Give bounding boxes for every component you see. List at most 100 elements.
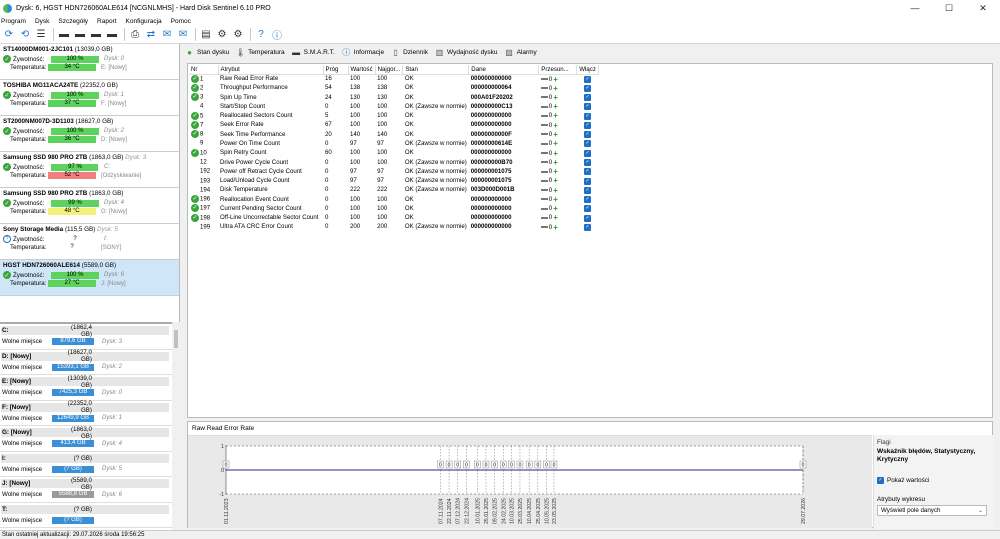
volume-item[interactable]: D: [Nowy] (18627,0 GB) Wolne miejsce 15393,…	[0, 349, 179, 375]
volume-item[interactable]: C: (1862,4 GB) Wolne miejsce 879,6 GB Dysk: …	[0, 324, 179, 350]
info-icon[interactable]: ⓘ	[270, 28, 284, 42]
enable-checkbox[interactable]: ✓	[584, 149, 592, 157]
menu-program[interactable]: Program	[1, 18, 26, 25]
disk-item[interactable]: HGST HDN726060ALE614 (5589,0 GB) ✓ Żywotn…	[0, 260, 179, 296]
email-send-icon[interactable]: ✉	[176, 28, 190, 42]
disk-item[interactable]: ST14000DM001-2JC101 (13039,0 GB) ✓ Żywotn…	[0, 44, 179, 80]
enable-checkbox[interactable]: ✓	[584, 223, 592, 231]
table-row[interactable]: ✓ 7 Seek Error Rate 67 100 100 OK 000000000000 0…	[189, 120, 598, 129]
tools-icon[interactable]: ⚙	[231, 28, 245, 42]
minus-icon[interactable]	[540, 142, 548, 145]
enable-checkbox[interactable]: ✓	[584, 94, 592, 102]
minus-icon[interactable]	[540, 179, 548, 182]
refresh-icon[interactable]: ⟳	[2, 28, 16, 42]
enable-checkbox[interactable]: ✓	[584, 168, 592, 176]
tab-temperatura[interactable]: 🌡 Temperatura	[236, 48, 285, 57]
table-row[interactable]: 194 Disk Temperature 0 222 222 OK (Zawsze w n…	[189, 185, 598, 194]
col-nr[interactable]: Nr	[189, 65, 219, 75]
plus-icon[interactable]: +	[553, 140, 558, 148]
volume-item[interactable]: J: [Nowy] (5589,0 GB) Wolne miejsce 5588,8 …	[0, 477, 179, 503]
settings-icon[interactable]: ⚙	[215, 28, 229, 42]
col-prog[interactable]: Próg	[323, 65, 349, 75]
enable-checkbox[interactable]: ✓	[584, 121, 592, 129]
close-button[interactable]: ✕	[966, 0, 1000, 16]
minus-icon[interactable]	[540, 161, 548, 164]
enable-checkbox[interactable]: ✓	[584, 112, 592, 120]
enable-checkbox[interactable]: ✓	[584, 205, 592, 213]
menu-dysk[interactable]: Dysk	[35, 18, 49, 25]
minus-icon[interactable]	[540, 189, 548, 192]
col-przesuniecie[interactable]: Przesun...	[538, 65, 578, 75]
enable-checkbox[interactable]: ✓	[584, 75, 592, 83]
enable-checkbox[interactable]: ✓	[584, 177, 592, 185]
table-row[interactable]: ✓ 2 Throughput Performance 54 138 138 OK 000000…	[189, 83, 598, 92]
table-row[interactable]: 193 Load/Unload Cycle Count 0 97 97 OK (Zawsz…	[189, 176, 598, 185]
disk-icon-4[interactable]: ▬	[105, 28, 119, 42]
volume-item[interactable]: I: (? GB) Wolne miejsce (? GB) Dysk: 5	[0, 452, 179, 477]
plus-icon[interactable]: +	[553, 121, 558, 129]
col-wartosc[interactable]: Wartość	[348, 65, 376, 75]
network-icon[interactable]: ⇄	[144, 28, 158, 42]
table-row[interactable]: 4 Start/Stop Count 0 100 100 OK (Zawsze w nor…	[189, 102, 598, 111]
minus-icon[interactable]	[540, 114, 548, 117]
minus-icon[interactable]	[540, 96, 548, 99]
maximize-button[interactable]: ☐	[932, 0, 966, 16]
menu-konfiguracja[interactable]: Konfiguracja	[126, 18, 162, 25]
col-dane[interactable]: Dane	[468, 65, 540, 75]
show-values-toggle[interactable]: ✓ Pokaż wartości	[877, 477, 991, 484]
tab-stan-dysku[interactable]: ● Stan dysku	[185, 48, 229, 57]
plus-icon[interactable]: +	[553, 223, 558, 231]
list-icon[interactable]: ☰	[34, 28, 48, 42]
plus-icon[interactable]: +	[553, 214, 558, 222]
table-row[interactable]: 9 Power On Time Count 0 97 97 OK (Zawsze w no…	[189, 139, 598, 148]
menu-szczegoly[interactable]: Szczegóły	[58, 18, 88, 25]
volume-scrollbar[interactable]	[172, 322, 180, 530]
minus-icon[interactable]	[540, 170, 548, 173]
volume-item[interactable]: T: (? GB) Wolne miejsce (? GB)	[0, 503, 179, 528]
minus-icon[interactable]	[540, 133, 548, 136]
disk-icon-3[interactable]: ▬	[89, 28, 103, 42]
disk-item[interactable]: Samsung SSD 980 PRO 2TB (1863,0 GB) ✓ Żyw…	[0, 188, 179, 224]
plus-icon[interactable]: +	[553, 177, 558, 185]
report-icon[interactable]: ▤	[199, 28, 213, 42]
plus-icon[interactable]: +	[553, 186, 558, 194]
minus-icon[interactable]	[540, 78, 548, 81]
minus-icon[interactable]	[540, 216, 548, 219]
plus-icon[interactable]: +	[553, 130, 558, 138]
table-row[interactable]: 12 Drive Power Cycle Count 0 100 100 OK (Zaws…	[189, 157, 598, 166]
minimize-button[interactable]: —	[898, 0, 932, 16]
scrollbar-thumb[interactable]	[174, 330, 178, 348]
plus-icon[interactable]: +	[553, 93, 558, 101]
table-row[interactable]: ✓ 1 Raw Read Error Rate 16 100 100 OK 000000000…	[189, 74, 598, 83]
tab-dziennik[interactable]: ▯ Dziennik	[391, 48, 428, 57]
minus-icon[interactable]	[540, 198, 548, 201]
disk-icon-2[interactable]: ▬	[73, 28, 87, 42]
tab-smart[interactable]: ▬ S.M.A.R.T.	[292, 48, 335, 57]
printer-icon[interactable]: ⎙	[128, 28, 142, 42]
disk-item[interactable]: ST2000NM007D-3D1103 (18627,0 GB) ✓ Żywotn…	[0, 116, 179, 152]
plus-icon[interactable]: +	[553, 84, 558, 92]
enable-checkbox[interactable]: ✓	[584, 103, 592, 111]
enable-checkbox[interactable]: ✓	[584, 186, 592, 194]
enable-checkbox[interactable]: ✓	[584, 196, 592, 204]
disk-item[interactable]: Sony Storage Media (115,5 GB) Dysk: 5? Ży…	[0, 224, 179, 260]
menu-raport[interactable]: Raport	[97, 18, 117, 25]
disk-item[interactable]: Samsung SSD 980 PRO 2TB (1863,0 GB) Dysk…	[0, 152, 179, 188]
volume-item[interactable]: E: [Nowy] (13039,0 GB) Wolne miejsce 7425,3…	[0, 375, 179, 401]
col-najgorsza[interactable]: Najgor...	[375, 65, 404, 75]
disk-item[interactable]: TOSHIBA MG11ACA24TE (22352,0 GB) ✓ Żywotn…	[0, 80, 179, 116]
table-row[interactable]: ✓ 8 Seek Time Performance 20 140 140 OK 0000000…	[189, 130, 598, 139]
table-row[interactable]: ✓ 5 Reallocated Sectors Count 5 100 100 OK 0000…	[189, 111, 598, 120]
table-row[interactable]: ✓ 196 Reallocation Event Count 0 100 100 OK 000…	[189, 194, 598, 203]
minus-icon[interactable]	[540, 124, 548, 127]
volume-item[interactable]: G: [Nowy] (1863,0 GB) Wolne miejsce 413,4 G…	[0, 426, 179, 452]
table-row[interactable]: ✓ 3 Spin Up Time 24 130 130 OK 000A01F20202 0 + ✓	[189, 93, 598, 102]
plus-icon[interactable]: +	[553, 195, 558, 203]
plus-icon[interactable]: +	[553, 112, 558, 120]
plus-icon[interactable]: +	[553, 149, 558, 157]
tab-informacje[interactable]: ⓘ Informacje	[342, 48, 384, 57]
table-row[interactable]: ✓ 198 Off-Line Uncorrectable Sector Count 0…	[189, 213, 598, 222]
minus-icon[interactable]	[540, 226, 548, 229]
col-atrybut[interactable]: Atrybut	[218, 65, 324, 75]
menu-pomoc[interactable]: Pomoc	[171, 18, 191, 25]
